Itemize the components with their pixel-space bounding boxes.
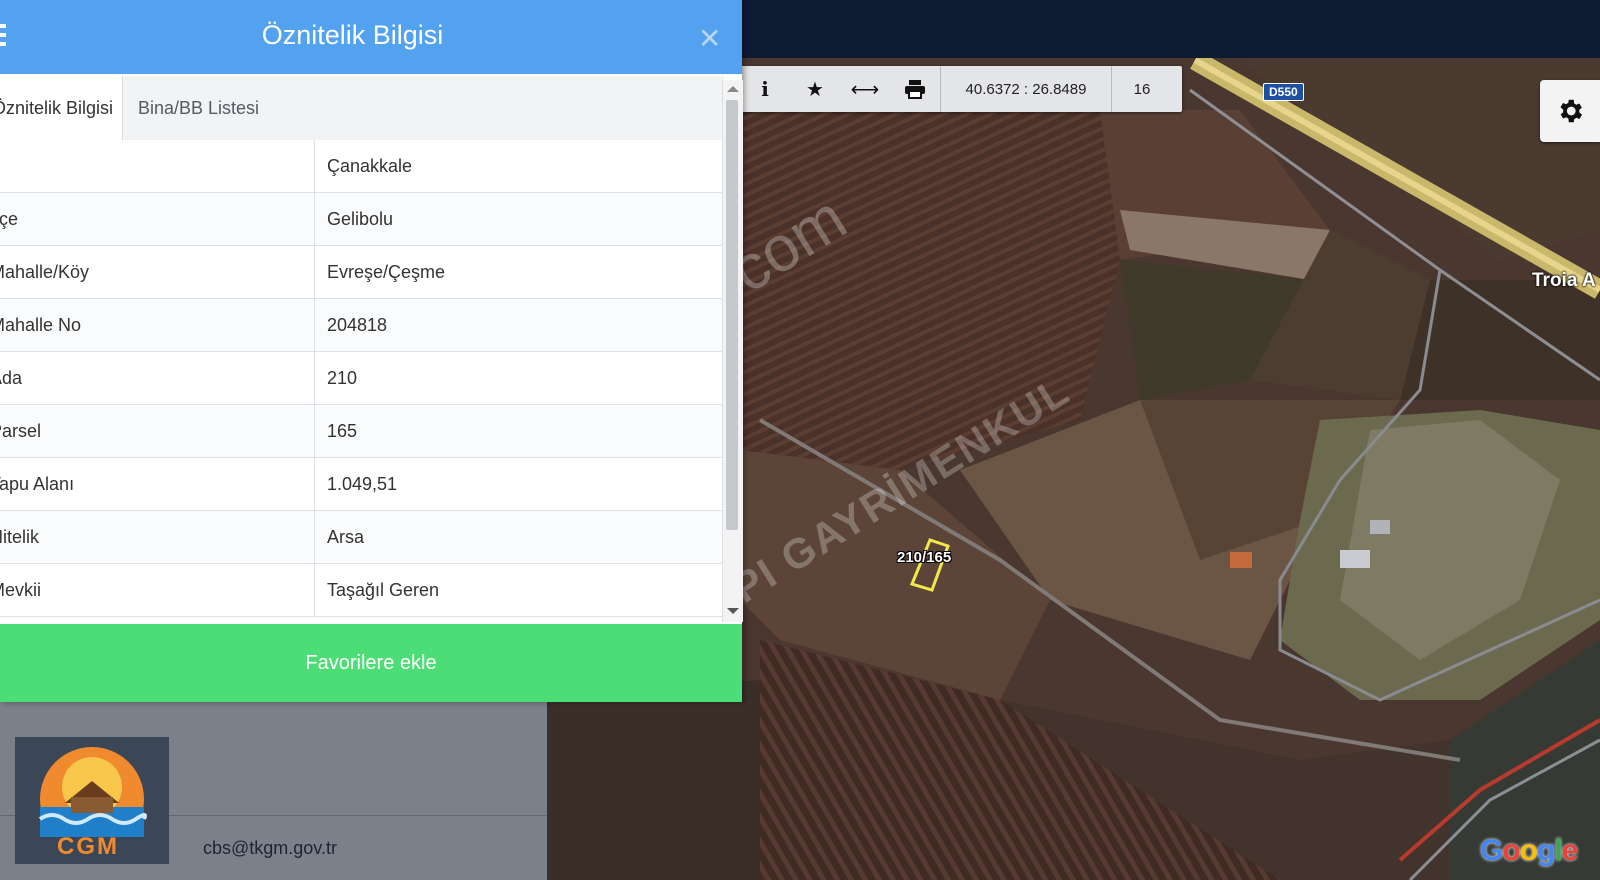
table-row: Mahalle No 204818 bbox=[0, 299, 722, 352]
close-icon[interactable]: ✕ bbox=[698, 22, 721, 55]
scroll-down-arrow-icon[interactable] bbox=[727, 608, 739, 614]
row-value: Taşağıl Geren bbox=[327, 580, 440, 600]
measure-arrows-icon[interactable]: ⟷ bbox=[840, 66, 890, 112]
add-to-favorites-button[interactable]: Favorilere ekle bbox=[0, 624, 742, 702]
road-shield: D550 bbox=[1263, 83, 1304, 101]
attribute-table: İl Çanakkale İlçe Gelibolu Mahalle/Köy E… bbox=[0, 140, 722, 622]
contact-email[interactable]: cbs@tkgm.gov.tr bbox=[203, 838, 337, 859]
info-icon[interactable]: i bbox=[740, 66, 790, 112]
map-toolbar: i ★ ⟷ 40.6372 : 26.8489 16 bbox=[740, 66, 1182, 112]
table-row: İl Çanakkale bbox=[0, 140, 722, 193]
row-key: Mevkii bbox=[0, 564, 315, 616]
cgm-logo: CGM bbox=[15, 737, 169, 864]
row-value: 210 bbox=[327, 368, 358, 388]
table-row: Mahalle/Köy Evreşe/Çeşme bbox=[0, 246, 722, 299]
map-top-bar bbox=[740, 0, 1600, 58]
row-key: İlçe bbox=[0, 193, 315, 245]
row-value: Çanakkale bbox=[327, 156, 413, 176]
row-key: Nitelik bbox=[0, 511, 315, 563]
row-value: Evreşe/Çeşme bbox=[327, 262, 446, 282]
row-value: 165 bbox=[327, 421, 358, 441]
scroll-up-arrow-icon[interactable] bbox=[727, 86, 739, 92]
zoom-level: 16 bbox=[1133, 80, 1151, 98]
row-value: 204818 bbox=[327, 315, 388, 335]
panel-header: Öznitelik Bilgisi ✕ bbox=[0, 0, 742, 74]
print-icon[interactable] bbox=[890, 66, 940, 112]
row-key: Tapu Alanı bbox=[0, 458, 315, 510]
coordinate-readout: 40.6372 : 26.8489 bbox=[965, 80, 1087, 98]
table-row: Nitelik Arsa bbox=[0, 511, 722, 564]
table-row: Parsel 165 bbox=[0, 405, 722, 458]
table-row: Tapu Alanı 1.049,51 bbox=[0, 458, 722, 511]
panel-scrollbar[interactable] bbox=[722, 80, 743, 622]
row-value: Arsa bbox=[327, 527, 365, 547]
row-key: Mahalle No bbox=[0, 299, 315, 351]
scrollbar-thumb[interactable] bbox=[726, 100, 738, 530]
row-key: Ada bbox=[0, 352, 315, 404]
row-value: Gelibolu bbox=[327, 209, 394, 229]
road-label: Troia A bbox=[1532, 270, 1596, 291]
row-value: 1.049,51 bbox=[327, 474, 398, 494]
table-row: İlçe Gelibolu bbox=[0, 193, 722, 246]
table-row: Mevkii Taşağıl Geren bbox=[0, 564, 722, 617]
row-key: Mahalle/Köy bbox=[0, 246, 315, 298]
star-icon[interactable]: ★ bbox=[790, 66, 840, 112]
tab-attribute-info[interactable]: Öznitelik Bilgisi bbox=[0, 76, 123, 140]
panel-tabs: Öznitelik Bilgisi Bina/BB Listesi bbox=[0, 76, 724, 141]
table-row: Ada 210 bbox=[0, 352, 722, 405]
row-key: Parsel bbox=[0, 405, 315, 457]
parcel-label[interactable]: 210/165 bbox=[897, 549, 951, 566]
tab-building-list[interactable]: Bina/BB Listesi bbox=[138, 76, 259, 140]
panel-title: Öznitelik Bilgisi bbox=[261, 20, 444, 50]
row-key: İl bbox=[0, 140, 315, 192]
attribute-panel: Öznitelik Bilgisi ✕ Öznitelik Bilgisi Bi… bbox=[0, 0, 743, 702]
gear-icon bbox=[1560, 99, 1582, 123]
google-attribution: Google bbox=[1480, 834, 1578, 867]
logo-text: CGM bbox=[57, 833, 119, 860]
settings-button[interactable] bbox=[1540, 80, 1600, 142]
